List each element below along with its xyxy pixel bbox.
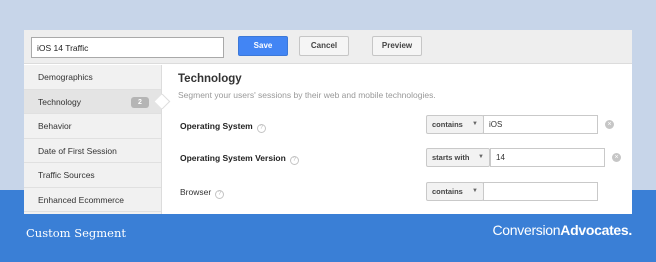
brand-logo-regular: Conversion <box>492 222 561 238</box>
sidebar-item-behavior[interactable]: Behavior <box>24 114 161 139</box>
condition-label-operating-system: Operating System? <box>180 121 266 133</box>
operator-select[interactable]: contains ▼ <box>426 115 484 134</box>
section-title: Technology <box>178 73 242 85</box>
sidebar-item-label: Date of First Session <box>38 145 117 156</box>
sidebar-item-label: Traffic Sources <box>38 170 95 180</box>
help-icon[interactable]: ? <box>289 156 299 165</box>
sidebar-item-label: Behavior <box>38 121 72 131</box>
operator-select[interactable]: contains ▼ <box>426 182 484 201</box>
chevron-down-icon: ▼ <box>472 121 478 127</box>
chevron-down-icon: ▼ <box>478 154 484 160</box>
operator-value: contains <box>432 187 463 196</box>
sidebar-item-traffic-sources[interactable]: Traffic Sources <box>24 163 161 188</box>
sidebar-item-label: Enhanced Ecommerce <box>38 194 124 205</box>
save-button[interactable]: Save <box>238 36 288 56</box>
sidebar-item-demographics[interactable]: Demographics <box>24 65 161 90</box>
technology-conditions: Technology Segment your users' sessions … <box>163 65 632 214</box>
condition-label-text: Operating System Version <box>180 153 286 163</box>
operator-value: starts with <box>432 153 470 162</box>
operator-value: contains <box>432 120 463 129</box>
help-icon[interactable]: ? <box>256 124 266 133</box>
condition-label-text: Operating System <box>180 121 253 131</box>
sidebar-item-date-of-first-session[interactable]: Date of First Session <box>24 139 161 163</box>
condition-label-os-version: Operating System Version? <box>180 153 299 165</box>
footer-caption: Custom Segment <box>26 226 126 240</box>
segment-name-input[interactable]: iOS 14 Traffic <box>31 37 224 58</box>
operator-select[interactable]: starts with ▼ <box>426 148 490 167</box>
help-icon[interactable]: ? <box>215 190 225 199</box>
brand-logo: ConversionAdvocates. <box>492 222 632 238</box>
section-subtitle: Segment your users' sessions by their we… <box>178 90 436 100</box>
preview-button[interactable]: Preview <box>372 36 422 56</box>
sidebar-item-technology[interactable]: Technology 2 <box>24 89 161 114</box>
clear-icon[interactable]: × <box>612 153 621 162</box>
chevron-down-icon: ▼ <box>472 188 478 194</box>
condition-value-input[interactable]: 14 <box>490 148 605 167</box>
clear-icon[interactable]: × <box>605 120 614 129</box>
segment-category-sidebar: Demographics Technology 2 Behavior Date … <box>24 65 162 214</box>
condition-label-browser: Browser? <box>180 187 225 199</box>
segment-editor-panel: iOS 14 Traffic Save Cancel Preview Demog… <box>24 30 632 214</box>
condition-value-input[interactable] <box>483 182 598 201</box>
count-badge: 2 <box>131 96 149 108</box>
segment-toolbar: iOS 14 Traffic Save Cancel Preview <box>24 30 632 64</box>
sidebar-item-label: Demographics <box>38 72 93 82</box>
cancel-button[interactable]: Cancel <box>299 36 349 56</box>
sidebar-item-label: Technology <box>38 96 82 107</box>
sidebar-item-enhanced-ecommerce[interactable]: Enhanced Ecommerce <box>24 188 161 212</box>
condition-value-input[interactable]: iOS <box>483 115 598 134</box>
condition-label-text: Browser <box>180 187 212 197</box>
brand-logo-bold: Advocates. <box>560 222 632 238</box>
